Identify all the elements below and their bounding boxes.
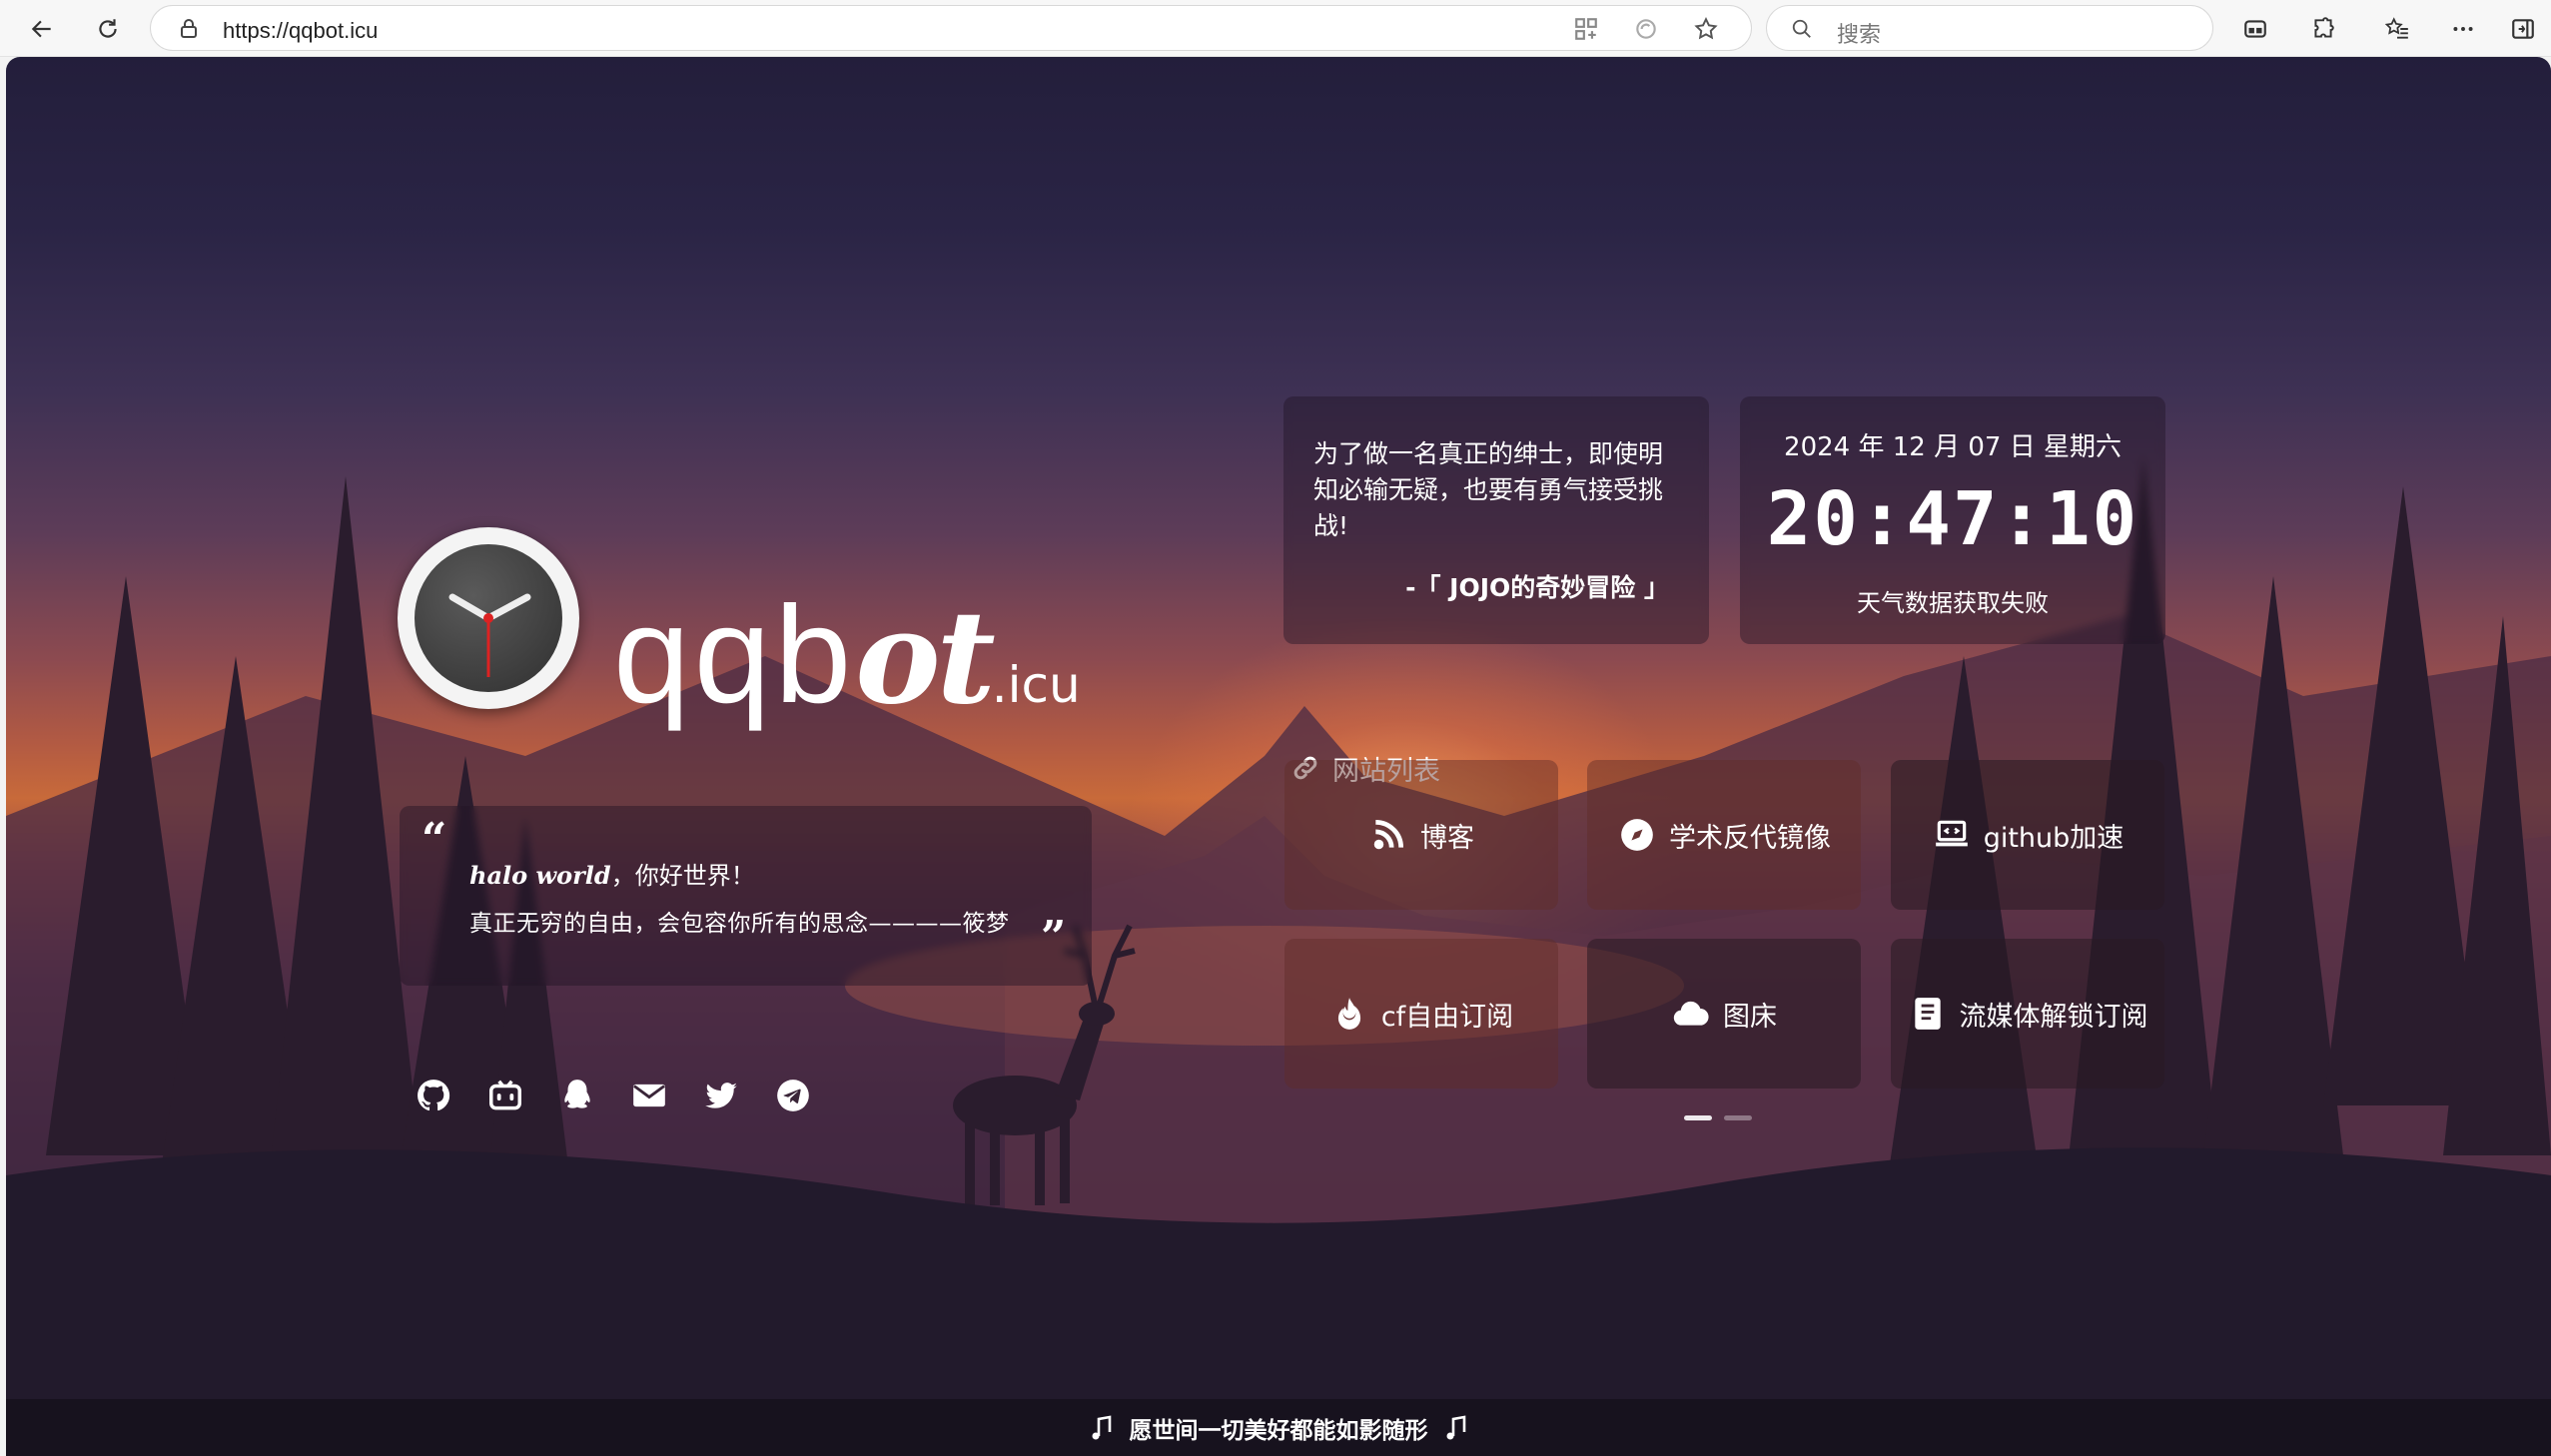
site-link-cf-subscription[interactable]: cf自由订阅 — [1284, 939, 1558, 1089]
brand-name-script: ot — [855, 583, 995, 733]
intro-motto: 真正无穷的自由，会包容你所有的思念————筱梦 — [469, 911, 1010, 937]
music-footer-text: 愿世间一切美好都能如影随形 — [1129, 1417, 1428, 1444]
cloud-icon — [1671, 994, 1711, 1034]
site-link-github-accel[interactable]: github加速 — [1891, 760, 2164, 910]
laptop-code-icon — [1932, 815, 1972, 855]
compass-icon — [1617, 815, 1657, 855]
qq-icon[interactable] — [557, 1076, 597, 1115]
intro-hello: halo world — [469, 861, 611, 890]
time-weather-card: 2024 年 12 月 07 日 星期六 20:47:10 天气数据获取失败 — [1740, 396, 2165, 644]
url-text[interactable]: https://qqbot.icu — [223, 18, 378, 44]
sidebar-toggle-button[interactable] — [2503, 9, 2543, 49]
reload-button[interactable] — [88, 9, 128, 49]
tab-actions-button[interactable] — [2235, 9, 2275, 49]
site-link-scholar-mirror[interactable]: 学术反代镜像 — [1587, 760, 1861, 910]
site-label-blog: 博客 — [1420, 822, 1474, 854]
intro-quote-card: “ halo world，你好世界！ 真正无穷的自由，会包容你所有的思念————… — [400, 806, 1092, 986]
favorites-list-icon — [2384, 17, 2408, 39]
clock-hands-icon — [448, 593, 531, 677]
current-date: 2024 年 12 月 07 日 星期六 — [1784, 432, 2122, 462]
site-label-cf-subscription: cf自由订阅 — [1380, 1001, 1514, 1033]
bilibili-icon[interactable] — [485, 1076, 525, 1115]
brand-domain-suffix: .icu — [991, 656, 1081, 714]
site-label-image-host: 图床 — [1723, 1001, 1777, 1033]
back-button[interactable] — [22, 9, 62, 49]
browser-search-box[interactable]: 搜索 — [1766, 5, 2213, 51]
intro-greeting-text: ，你好世界！ — [610, 862, 755, 890]
blog-icon — [1368, 815, 1408, 855]
more-dots-icon — [2453, 27, 2473, 31]
site-link-image-host[interactable]: 图床 — [1587, 939, 1861, 1089]
search-icon — [1792, 19, 1811, 38]
github-icon[interactable] — [414, 1076, 453, 1115]
site-label-streaming-unlock: 流媒体解锁订阅 — [1959, 1001, 2148, 1033]
telegram-icon[interactable] — [773, 1076, 813, 1115]
browser-toolbar: https://qqbot.icu 搜索 — [0, 0, 2551, 57]
site-link-streaming-unlock[interactable]: 流媒体解锁订阅 — [1891, 939, 2164, 1089]
refresh-tracking-icon[interactable] — [1633, 16, 1659, 42]
back-arrow-icon — [31, 20, 51, 38]
site-label-github-accel: github加速 — [1983, 822, 2125, 854]
app-available-icon[interactable] — [1573, 16, 1599, 42]
extensions-button[interactable] — [2303, 9, 2343, 49]
search-placeholder: 搜索 — [1837, 23, 1882, 48]
open-quote-icon: “ — [422, 814, 447, 865]
forest-landscape-background — [6, 456, 2551, 1456]
hitokoto-text: 为了做一名真正的绅士，即使明知必输无疑，也要有勇气接受挑战! — [1313, 439, 1664, 540]
music-note-icon — [1092, 1414, 1111, 1439]
fire-icon — [1329, 994, 1369, 1034]
site-label-scholar-mirror: 学术反代镜像 — [1669, 822, 1831, 854]
tab-actions-icon — [2244, 20, 2266, 38]
address-bar[interactable]: https://qqbot.icu — [150, 5, 1752, 51]
page-viewport: qqbot.icu “ halo world，你好世界！ 真正无穷的自由，会包容… — [6, 57, 2551, 1456]
pagination-dot-active[interactable] — [1684, 1115, 1712, 1120]
favorite-star-icon[interactable] — [1693, 16, 1719, 42]
mail-icon[interactable] — [629, 1076, 669, 1115]
close-quote-icon: ” — [1041, 912, 1067, 963]
pagination-dot[interactable] — [1724, 1115, 1752, 1120]
hitokoto-quote-card[interactable]: 为了做一名真正的绅士，即使明知必输无疑，也要有勇气接受挑战! -「 JOJO的奇… — [1283, 396, 1709, 644]
music-note-icon — [1446, 1414, 1465, 1439]
digital-clock: 20:47:10 — [1766, 476, 2139, 562]
clock-logo — [398, 527, 579, 709]
favorites-button[interactable] — [2377, 9, 2417, 49]
music-footer-bar[interactable]: 愿世间一切美好都能如影随形 — [6, 1399, 2551, 1456]
lock-icon[interactable] — [177, 17, 201, 41]
more-menu-button[interactable] — [2443, 9, 2483, 49]
intro-greeting: halo world，你好世界！ — [469, 856, 755, 891]
hitokoto-source: -「 JOJO的奇妙冒险 」 — [1405, 573, 1669, 602]
site-link-blog[interactable]: 博客 — [1284, 760, 1558, 910]
reload-icon — [99, 19, 117, 38]
twitter-icon[interactable] — [701, 1076, 741, 1115]
puzzle-icon — [2314, 17, 2334, 38]
weather-status: 天气数据获取失败 — [1857, 589, 2049, 617]
brand-name-main: qqb — [613, 578, 856, 732]
book-icon — [1908, 994, 1948, 1034]
sidebar-icon — [2512, 19, 2534, 39]
site-logo-text: qqbot.icu — [613, 576, 1081, 733]
